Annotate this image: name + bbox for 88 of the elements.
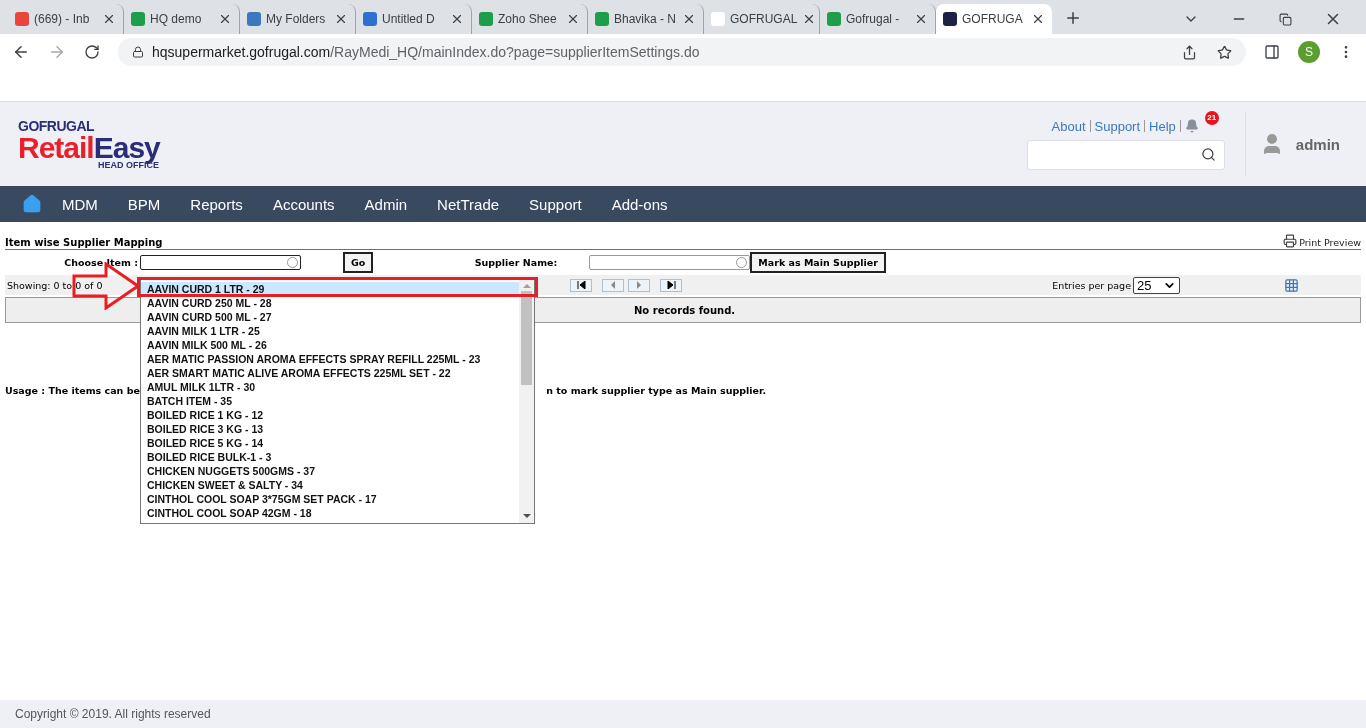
new-tab-icon[interactable] <box>1064 9 1082 27</box>
triangle-left-icon <box>610 281 616 289</box>
address-field[interactable]: hqsupermarket.gofrugal.com/RayMedi_HQ/mainIndex.do?page=supplierItemSettings.do <box>118 38 1246 66</box>
close-icon[interactable] <box>334 12 348 26</box>
nav-item[interactable]: MDM <box>47 195 113 213</box>
next-page-button[interactable] <box>628 278 650 292</box>
favicon-icon <box>131 12 145 26</box>
dropdown-option[interactable]: AMUL MILK 1LTR - 30 <box>141 380 519 394</box>
nav-item[interactable]: Add-ons <box>596 195 683 213</box>
nav-item[interactable]: Accounts <box>257 195 350 213</box>
usage-text: n to mark supplier type as Main supplier. <box>546 385 766 396</box>
last-page-button[interactable] <box>660 278 682 292</box>
printer-icon[interactable] <box>1283 234 1298 248</box>
scrollbar[interactable] <box>519 279 534 523</box>
nav-item[interactable]: BPM <box>112 195 176 213</box>
dropdown-option[interactable]: BOILED RICE 3 KG - 13 <box>141 422 519 436</box>
favicon-icon <box>827 12 841 26</box>
dropdown-option[interactable]: AER SMART MATIC ALIVE AROMA EFFECTS 225ML SET - 22 <box>141 366 519 380</box>
reload-icon[interactable] <box>84 44 100 60</box>
header-link[interactable]: Help <box>1149 118 1176 134</box>
entries-label: Entries per page <box>1052 279 1131 291</box>
go-button[interactable]: Go <box>343 251 374 273</box>
bell-icon[interactable] <box>1184 119 1199 133</box>
favicon-icon <box>247 12 261 26</box>
nav-item[interactable]: NetTrade <box>422 195 515 213</box>
dropdown-option[interactable]: AAVIN MILK 500 ML - 26 <box>141 338 519 352</box>
close-icon[interactable] <box>450 12 464 26</box>
restore-icon[interactable] <box>1279 12 1292 26</box>
skip-forward-icon <box>666 281 676 289</box>
close-icon[interactable] <box>914 12 928 26</box>
favicon-icon <box>711 12 725 26</box>
close-icon[interactable] <box>682 12 696 26</box>
browser-tab[interactable]: GOFRUGA <box>936 4 1052 34</box>
logo-product: RetailEasy <box>18 132 160 163</box>
close-icon[interactable] <box>102 12 116 26</box>
favicon-icon <box>595 12 609 26</box>
previous-page-button[interactable] <box>602 278 624 292</box>
dropdown-option[interactable]: CHICKEN NUGGETS 500GMS - 37 <box>141 464 519 478</box>
notification-badge: 21 <box>1204 110 1219 125</box>
user-name[interactable]: admin <box>1295 135 1340 153</box>
dropdown-option[interactable]: BOILED RICE 1 KG - 12 <box>141 408 519 422</box>
mark-main-supplier-button[interactable]: Mark as Main Supplier <box>750 251 886 273</box>
print-preview-link[interactable]: Print Preview <box>1299 237 1361 248</box>
showing-text: Showing: 0 to 0 of 0 <box>6 279 103 291</box>
close-icon[interactable] <box>1031 12 1045 26</box>
first-page-button[interactable] <box>570 278 592 292</box>
side-panel-icon[interactable] <box>1264 44 1280 60</box>
close-icon[interactable] <box>566 12 580 26</box>
scroll-down-icon[interactable] <box>522 513 531 519</box>
search-icon <box>1200 147 1216 162</box>
dropdown-option[interactable]: AAVIN CURD 500 ML - 27 <box>141 310 519 324</box>
nav-item[interactable]: Admin <box>349 195 423 213</box>
search-field[interactable] <box>1026 139 1225 170</box>
dropdown-option[interactable]: AAVIN CURD 250 ML - 28 <box>141 296 519 310</box>
close-icon[interactable] <box>218 12 232 26</box>
home-icon[interactable] <box>22 194 42 214</box>
favicon-icon <box>363 12 377 26</box>
header-link[interactable]: Support <box>1094 118 1141 134</box>
favicon-icon <box>479 12 493 26</box>
skip-back-icon <box>576 281 586 289</box>
entries-select[interactable]: 25 <box>1133 276 1180 294</box>
logo-brand: GOFRUGAL <box>18 118 96 133</box>
back-icon[interactable] <box>12 43 30 61</box>
dropdown-option[interactable]: AAVIN MILK 1 LTR - 25 <box>141 324 519 338</box>
grid-icon[interactable] <box>1284 277 1299 293</box>
star-icon[interactable] <box>1217 44 1232 60</box>
favicon-icon <box>15 12 29 26</box>
dropdown-option[interactable]: CHICKEN SWEET & SALTY - 34 <box>141 478 519 492</box>
copyright-text: Copyright © 2019. All rights reserved <box>15 707 211 721</box>
item-field[interactable] <box>140 254 301 270</box>
triangle-right-icon <box>636 281 642 289</box>
dropdown-option[interactable]: BOILED RICE 5 KG - 14 <box>141 436 519 450</box>
favicon-icon <box>943 12 957 26</box>
usage-text: Usage : The items can be <box>5 385 140 396</box>
nav-item[interactable]: Reports <box>175 195 258 213</box>
nav-item[interactable]: Support <box>514 195 597 213</box>
field-label: Choose Item : <box>63 256 139 268</box>
page-title: Item wise Supplier Mapping <box>5 237 163 248</box>
dropdown-option[interactable]: CINTHOL COOL SOAP 3*75GM SET PACK - 17 <box>141 492 519 506</box>
field-label: Supplier Name: <box>473 256 559 268</box>
dropdown-option[interactable]: BATCH ITEM - 35 <box>141 394 519 408</box>
share-icon[interactable] <box>1182 44 1197 60</box>
dropdown-option[interactable]: CINTHOL COOL SOAP 42GM - 18 <box>141 506 519 520</box>
lock-icon <box>132 46 144 58</box>
dropdown-option[interactable]: AER MATIC PASSION AROMA EFFECTS SPRAY REFILL 225ML - 23 <box>141 352 519 366</box>
header-link[interactable]: About <box>1051 118 1086 134</box>
supplier-field[interactable] <box>589 254 751 270</box>
dropdown-option[interactable]: BOILED RICE BULK-1 - 3 <box>141 450 519 464</box>
